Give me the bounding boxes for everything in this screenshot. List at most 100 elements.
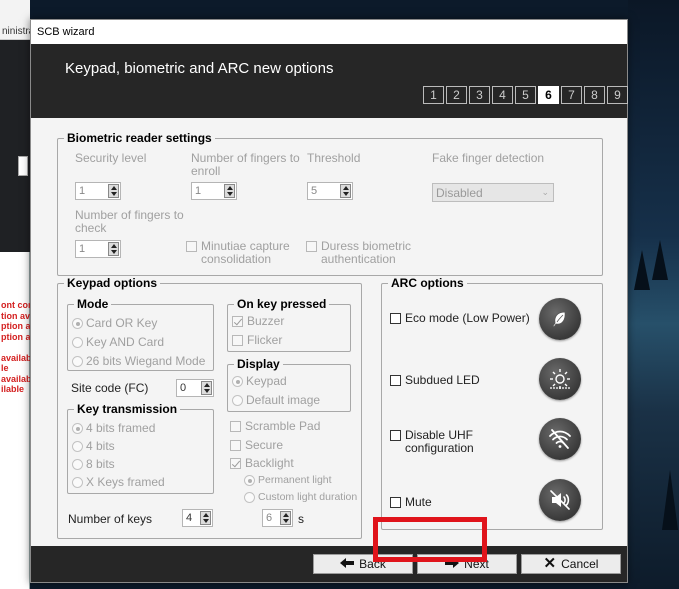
checkbox-box[interactable] bbox=[390, 375, 401, 386]
step-6-current: 6 bbox=[538, 86, 559, 104]
step-2: 2 bbox=[446, 86, 467, 104]
scramble-pad-checkbox[interactable]: Scramble Pad bbox=[230, 420, 320, 433]
checkbox-box[interactable] bbox=[232, 316, 243, 327]
stepper-arrows-icon[interactable] bbox=[200, 511, 211, 525]
display-legend: Display bbox=[234, 357, 283, 371]
checkbox-box[interactable] bbox=[390, 313, 401, 324]
mode-key-and-card-radio[interactable]: Key AND Card bbox=[72, 336, 164, 349]
on-key-pressed-group: On key pressed Buzzer Flicker bbox=[227, 297, 351, 352]
background-error-text: ont confi tion av ption ava ption av ava… bbox=[1, 300, 30, 394]
security-level-stepper[interactable]: 1 bbox=[75, 182, 121, 200]
key-transmission-group: Key transmission 4 bits framed 4 bits 8 … bbox=[67, 402, 214, 494]
checkbox-box[interactable] bbox=[390, 497, 401, 508]
stepper-arrows-icon[interactable] bbox=[340, 184, 351, 198]
cancel-button[interactable]: ✕ Cancel bbox=[521, 554, 621, 574]
step-5: 5 bbox=[515, 86, 536, 104]
wizard-content: Biometric reader settings Security level… bbox=[31, 118, 627, 546]
buzzer-checkbox[interactable]: Buzzer bbox=[232, 315, 284, 328]
wizard-header: Keypad, biometric and ARC new options 1 … bbox=[31, 44, 628, 118]
checkbox-box[interactable] bbox=[230, 458, 241, 469]
arrow-left-icon bbox=[340, 557, 355, 571]
fake-finger-label: Fake finger detection bbox=[432, 151, 545, 165]
eco-mode-checkbox[interactable]: Eco mode (Low Power) bbox=[390, 312, 530, 325]
step-3: 3 bbox=[469, 86, 490, 104]
step-7: 7 bbox=[561, 86, 582, 104]
arc-legend: ARC options bbox=[388, 276, 467, 290]
checkbox-box[interactable] bbox=[230, 421, 241, 432]
fingers-check-stepper[interactable]: 1 bbox=[75, 240, 121, 258]
threshold-stepper[interactable]: 5 bbox=[307, 182, 353, 200]
stepper-arrows-icon[interactable] bbox=[201, 381, 212, 395]
mute-checkbox[interactable]: Mute bbox=[390, 496, 510, 509]
scb-wizard-window: SCB wizard Keypad, biometric and ARC new… bbox=[30, 19, 628, 583]
background-app-title: ninistrat bbox=[0, 0, 30, 40]
keypad-options-group: Keypad options Mode Card OR Key Key AND … bbox=[57, 276, 362, 539]
checkbox-box[interactable] bbox=[390, 430, 401, 441]
mode-wiegand-radio[interactable]: 26 bits Wiegand Mode bbox=[72, 355, 205, 368]
fingers-enroll-label: Number of fingers to enroll bbox=[191, 151, 300, 178]
wallpaper-tree bbox=[662, 470, 678, 530]
arc-options-group: ARC options Eco mode (Low Power) Subdued… bbox=[381, 276, 603, 530]
backlight-checkbox[interactable]: Backlight bbox=[230, 457, 294, 470]
wizard-footer: Back Next ✕ Cancel bbox=[31, 546, 627, 582]
checkbox-box[interactable] bbox=[306, 241, 317, 252]
number-of-keys-label: Number of keys bbox=[68, 512, 153, 526]
speaker-mute-icon bbox=[539, 479, 581, 521]
display-group: Display Keypad Default image bbox=[227, 357, 351, 412]
display-default-image-radio[interactable]: Default image bbox=[232, 394, 320, 407]
brightness-icon bbox=[539, 358, 581, 400]
stepper-arrows-icon[interactable] bbox=[108, 184, 119, 198]
mode-group: Mode Card OR Key Key AND Card 26 bits Wi… bbox=[67, 297, 214, 371]
fingers-check-label: Number of fingers to check bbox=[75, 208, 184, 235]
biometric-settings-group: Biometric reader settings Security level… bbox=[57, 131, 603, 276]
leaf-icon bbox=[539, 298, 581, 340]
transmission-8-bits-radio[interactable]: 8 bits bbox=[72, 458, 115, 471]
custom-light-duration-stepper[interactable]: 6 bbox=[262, 509, 293, 527]
on-key-pressed-legend: On key pressed bbox=[234, 297, 330, 311]
transmission-4-bits-radio[interactable]: 4 bits bbox=[72, 440, 115, 453]
desktop-wallpaper bbox=[628, 0, 679, 589]
site-code-label: Site code (FC) bbox=[71, 381, 149, 395]
threshold-label: Threshold bbox=[307, 151, 361, 165]
page-title: Keypad, biometric and ARC new options bbox=[65, 60, 334, 77]
fake-finger-select[interactable]: Disabled ⌄ bbox=[432, 183, 554, 202]
duress-checkbox[interactable]: Duress biometric authentication bbox=[306, 240, 418, 266]
stepper-arrows-icon[interactable] bbox=[280, 511, 291, 525]
number-of-keys-stepper[interactable]: 4 bbox=[182, 509, 213, 527]
close-icon: ✕ bbox=[543, 555, 557, 572]
stepper-arrows-icon[interactable] bbox=[108, 242, 119, 256]
chevron-down-icon: ⌄ bbox=[541, 187, 549, 197]
checkbox-box[interactable] bbox=[232, 335, 243, 346]
display-keypad-radio[interactable]: Keypad bbox=[232, 375, 287, 388]
background-application: ninistrat ont confi tion av ption ava pt… bbox=[0, 0, 30, 589]
step-1: 1 bbox=[423, 86, 444, 104]
transmission-4-bits-framed-radio[interactable]: 4 bits framed bbox=[72, 422, 155, 435]
wallpaper-tree bbox=[634, 250, 650, 290]
background-dark-panel bbox=[0, 40, 30, 252]
window-title: SCB wizard bbox=[31, 20, 627, 44]
subdued-led-checkbox[interactable]: Subdued LED bbox=[390, 374, 530, 387]
minutiae-checkbox[interactable]: Minutiae capture consolidation bbox=[186, 240, 298, 266]
mode-legend: Mode bbox=[74, 297, 112, 311]
secure-checkbox[interactable]: Secure bbox=[230, 439, 283, 452]
custom-light-unit: s bbox=[298, 512, 304, 526]
permanent-light-radio[interactable]: Permanent light bbox=[244, 474, 332, 487]
stepper-arrows-icon[interactable] bbox=[224, 184, 235, 198]
site-code-stepper[interactable]: 0 bbox=[176, 379, 214, 397]
wallpaper-tree bbox=[652, 240, 668, 280]
security-level-label: Security level bbox=[75, 151, 147, 165]
fingers-enroll-stepper[interactable]: 1 bbox=[191, 182, 237, 200]
key-transmission-legend: Key transmission bbox=[74, 402, 181, 416]
next-button-highlight bbox=[373, 517, 487, 562]
disable-uhf-checkbox[interactable]: Disable UHF configuration bbox=[390, 429, 510, 455]
mode-card-or-key-radio[interactable]: Card OR Key bbox=[72, 317, 157, 330]
checkbox-box[interactable] bbox=[186, 241, 197, 252]
biometric-legend: Biometric reader settings bbox=[64, 131, 215, 145]
custom-light-duration-radio[interactable]: Custom light duration bbox=[244, 491, 357, 504]
step-4: 4 bbox=[492, 86, 513, 104]
step-8: 8 bbox=[584, 86, 605, 104]
flicker-checkbox[interactable]: Flicker bbox=[232, 334, 282, 347]
checkbox-box[interactable] bbox=[230, 440, 241, 451]
wifi-off-icon bbox=[539, 418, 581, 460]
transmission-x-keys-framed-radio[interactable]: X Keys framed bbox=[72, 476, 165, 489]
